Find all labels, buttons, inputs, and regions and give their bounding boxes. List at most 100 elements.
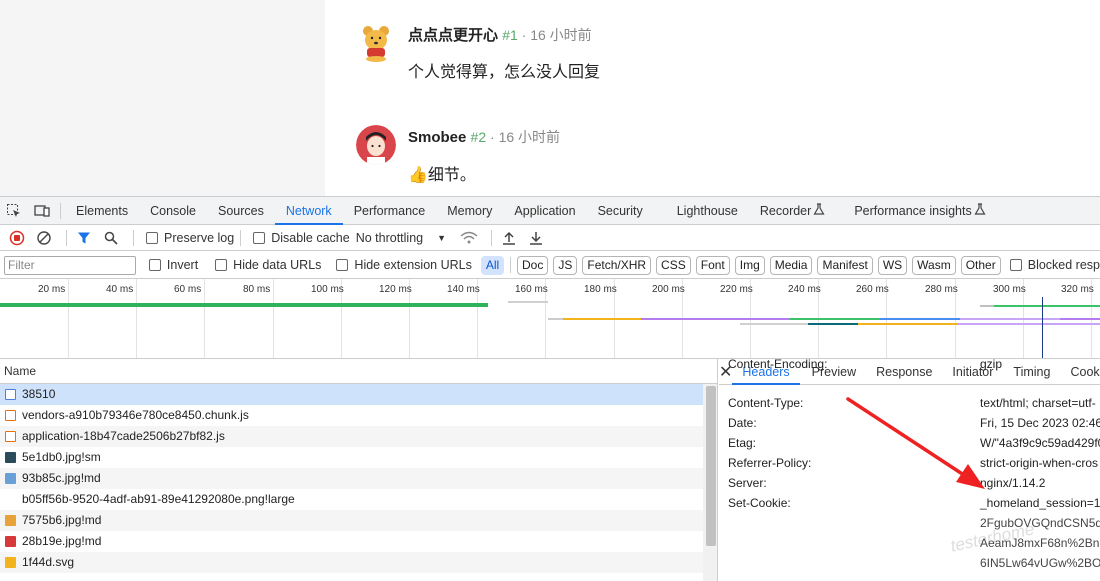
preserve-log-checkbox[interactable]: Preserve log [146,231,234,245]
floor-number[interactable]: #2 [471,129,487,145]
type-filter-img[interactable]: Img [734,255,765,275]
header-value: gzip [980,359,1003,371]
header-value: _homeland_session=17 [980,496,1100,510]
tab-performance-insights[interactable]: Performance insights [843,197,973,225]
timeline-request-bar [508,301,548,303]
comment-body: 个人觉得算，怎么没人回复 [408,64,601,81]
type-filter-font[interactable]: Font [695,255,730,275]
request-row[interactable]: application-18b47cade2506b27bf82.js [0,426,703,447]
checkbox-box[interactable] [215,259,228,271]
image-file-icon [5,536,16,547]
type-filter-ws[interactable]: WS [877,255,908,275]
clear-icon[interactable] [33,227,55,249]
author-name[interactable]: Smobee [408,129,466,146]
checkbox-box[interactable] [146,231,158,244]
request-name: 93b85c.jpg!md [22,471,101,485]
request-row[interactable]: 38510 [0,384,703,405]
checkbox-box[interactable] [253,231,266,244]
timeline-tick-label: 140 ms [447,284,480,295]
type-filter-fetch-xhr[interactable]: Fetch/XHR [582,255,652,275]
request-row[interactable]: vendors-a910b79346e780ce8450.chunk.js [0,405,703,426]
toolbar-separator [133,229,134,246]
hide-extension-urls-label: Hide extension URLs [354,258,472,272]
request-name: 38510 [22,387,56,401]
type-filter-manifest[interactable]: Manifest [817,255,873,275]
tab-performance[interactable]: Performance [343,197,437,225]
floor-number[interactable]: #1 [502,27,518,43]
tab-response[interactable]: Response [866,359,942,385]
import-har-icon[interactable] [498,227,520,249]
hide-extension-urls-checkbox[interactable]: Hide extension URLs [336,258,472,272]
header-value-continuation: 6IN5Lw64vUGw%2BOH [980,556,1100,570]
tab-security[interactable]: Security [587,197,654,225]
scrollbar-thumb[interactable] [706,386,716,546]
request-row[interactable]: 5e1db0.jpg!sm [0,447,703,468]
header-value: text/html; charset=utf- [980,396,1096,410]
tab-console[interactable]: Console [139,197,207,225]
timeline-tick-label: 200 ms [652,284,685,295]
type-filter-wasm[interactable]: Wasm [912,255,956,275]
request-row[interactable]: 28b19e.jpg!md [0,531,703,552]
request-name: b05ff56b-9520-4adf-ab91-89e41292080e.png… [22,492,295,506]
tab-cookies[interactable]: Cookie [1060,359,1100,385]
meta-separator: · [486,129,499,145]
type-filter-doc[interactable]: Doc [517,255,549,275]
throttling-select[interactable]: No throttling ▼ [356,231,446,245]
checkbox-box[interactable] [148,259,161,271]
type-filter-js[interactable]: JS [553,255,578,275]
timeline-gridline [68,279,69,358]
dropdown-triangle-icon: ▼ [437,232,447,243]
author-name[interactable]: 点点点更开心 [408,27,498,44]
filter-icon[interactable] [73,227,95,249]
disable-cache-checkbox[interactable]: Disable cache [253,231,350,245]
column-header-name[interactable]: Name [0,359,717,384]
devtools-tabbar: Elements Console Sources Network Perform… [0,197,1100,225]
hide-data-urls-label: Hide data URLs [233,258,322,272]
type-filter-css[interactable]: CSS [656,255,691,275]
timeline-request-bar [1060,318,1100,320]
toolbar-separator [66,229,67,246]
record-stop-icon[interactable] [6,227,28,249]
request-row[interactable]: 1f44d.svg [0,552,703,573]
disable-cache-label: Disable cache [271,230,350,245]
inspect-element-icon[interactable] [0,197,28,225]
tab-recorder[interactable]: Recorder [749,197,813,225]
comment-body: 👍细节。 [408,161,476,185]
device-toolbar-icon[interactable] [28,197,56,225]
request-row[interactable]: 7575b6.jpg!md [0,510,703,531]
avatar-pooh[interactable] [356,22,396,62]
throttling-value: No throttling [355,230,424,245]
image-file-icon [5,515,16,526]
header-name: Content-Encoding: [728,359,828,371]
blocked-responses-checkbox[interactable]: Blocked resp [1009,258,1100,272]
type-filter-other[interactable]: Other [960,255,1001,275]
tab-elements[interactable]: Elements [65,197,139,225]
header-value: strict-origin-when-cros [980,456,1099,470]
tab-sources[interactable]: Sources [207,197,275,225]
avatar-smobee[interactable] [356,125,396,165]
request-details: ✕ Headers Preview Response Initiator Tim… [719,359,1100,581]
search-icon[interactable] [100,227,122,249]
comment-author[interactable]: Smobee #2 · 16 小时前 [408,127,560,147]
type-filter-all[interactable]: All [480,255,505,275]
tab-application[interactable]: Application [503,197,586,225]
type-filter-media[interactable]: Media [769,255,813,275]
tab-memory[interactable]: Memory [436,197,503,225]
devtools-panel: Elements Console Sources Network Perform… [0,196,1100,581]
checkbox-box[interactable] [336,259,349,271]
filter-input[interactable]: Filter [4,255,136,275]
checkbox-box[interactable] [1009,259,1022,271]
request-row[interactable]: b05ff56b-9520-4adf-ab91-89e41292080e.png… [0,489,703,510]
export-har-icon[interactable] [525,227,547,249]
invert-checkbox[interactable]: Invert [148,258,198,272]
tab-lighthouse[interactable]: Lighthouse [666,197,749,225]
image-file-icon [5,494,16,505]
comment-author[interactable]: 点点点更开心 #1 · 16 小时前 [408,24,592,45]
tab-timing[interactable]: Timing [1003,359,1060,385]
request-row[interactable]: 93b85c.jpg!md [0,468,703,489]
network-conditions-icon[interactable] [458,227,480,249]
hide-data-urls-checkbox[interactable]: Hide data URLs [215,258,321,272]
tab-network[interactable]: Network [274,197,343,225]
timeline-gridline [273,279,274,358]
timeline-overview[interactable]: 20 ms 40 ms 60 ms 80 ms 100 ms 120 ms 140 ms 16… [0,279,1100,359]
